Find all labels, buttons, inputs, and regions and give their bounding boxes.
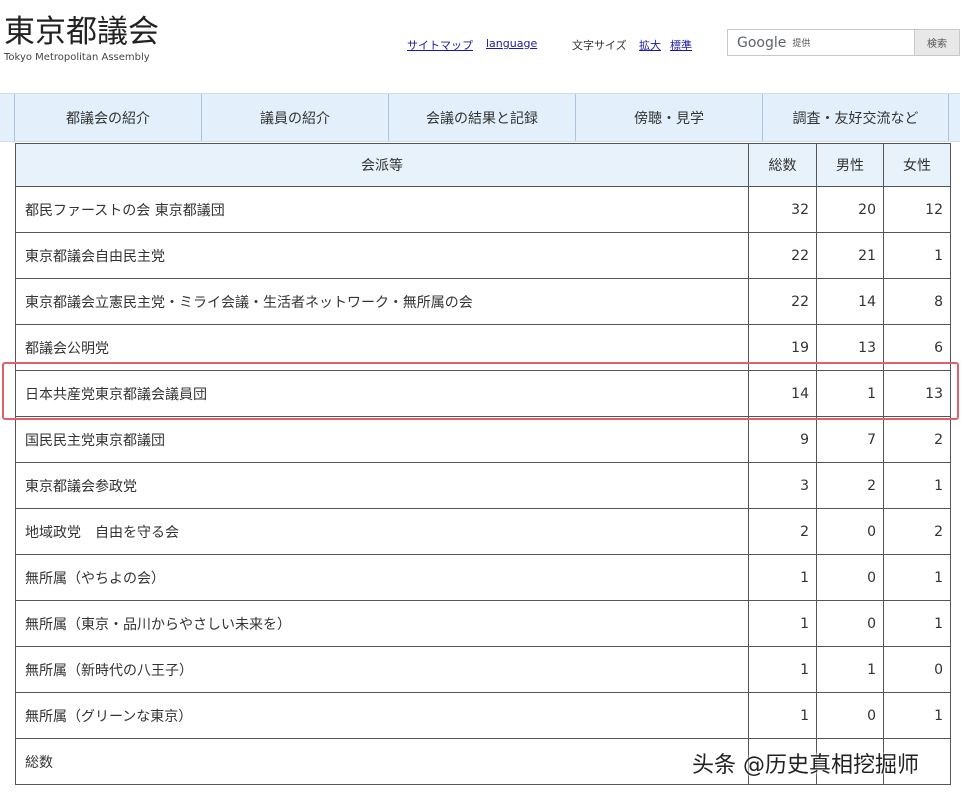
total-count: 2 — [748, 508, 817, 555]
total-count: 9 — [748, 416, 817, 463]
table-row: 都民ファーストの会 東京都議団 32 20 12 — [15, 186, 951, 233]
table-row: 無所属（新時代の八王子） 1 1 0 — [15, 646, 951, 693]
male-count: 21 — [816, 232, 884, 279]
male-count: 2 — [816, 462, 884, 509]
site-logo[interactable]: 東京都議会 Tokyo Metropolitan Assembly — [4, 14, 159, 63]
font-size-label: 文字サイズ — [572, 39, 627, 52]
total-count: 22 — [748, 278, 817, 325]
table-header-row: 会派等 総数 男性 女性 — [15, 143, 951, 187]
female-count: 12 — [883, 186, 951, 233]
faction-name: 東京都議会立憲民主党・ミライ会議・生活者ネットワーク・無所属の会 — [15, 278, 749, 325]
male-count: 1 — [816, 370, 884, 417]
faction-name: 無所属（東京・品川からやさしい未来を） — [15, 600, 749, 647]
female-count: 8 — [883, 278, 951, 325]
faction-name: 東京都議会参政党 — [15, 462, 749, 509]
site-search: Google 提供 検索 — [727, 29, 960, 56]
female-count: 6 — [883, 324, 951, 371]
faction-name: 日本共産党東京都議会議員団 — [15, 370, 749, 417]
table-row-highlighted: 日本共産党東京都議会議員団 14 1 13 — [15, 370, 951, 417]
col-header-total: 総数 — [748, 143, 817, 187]
total-count: 3 — [748, 462, 817, 509]
faction-name: 都民ファーストの会 東京都議団 — [15, 186, 749, 233]
faction-name: 無所属（グリーンな東京） — [15, 692, 749, 739]
table-row: 東京都議会自由民主党 22 21 1 — [15, 232, 951, 279]
font-enlarge-link[interactable]: 拡大 — [639, 39, 661, 52]
global-nav: 都議会の紹介 議員の紹介 会議の結果と記録 傍聴・見学 調査・友好交流など — [0, 93, 960, 142]
faction-name: 東京都議会自由民主党 — [15, 232, 749, 279]
total-count: 1 — [748, 600, 817, 647]
male-count: 0 — [816, 600, 884, 647]
table-row: 都議会公明党 19 13 6 — [15, 324, 951, 371]
total-count: 22 — [748, 232, 817, 279]
faction-table: 会派等 総数 男性 女性 都民ファーストの会 東京都議団 32 20 12 東京都議会… — [15, 143, 951, 785]
male-count: 13 — [816, 324, 884, 371]
table-row: 東京都議会参政党 3 2 1 — [15, 462, 951, 509]
col-header-faction: 会派等 — [15, 143, 749, 187]
male-count: 14 — [816, 278, 884, 325]
watermark: 头条 @历史真相挖掘师 — [692, 753, 919, 778]
nav-item-visit[interactable]: 傍聴・見学 — [575, 94, 762, 141]
total-count: 32 — [748, 186, 817, 233]
male-count: 0 — [816, 554, 884, 601]
faction-name: 都議会公明党 — [15, 324, 749, 371]
google-logo: Google — [737, 34, 787, 51]
language-link[interactable]: language — [486, 37, 537, 50]
search-input[interactable]: Google 提供 — [728, 30, 914, 55]
female-count: 1 — [883, 600, 951, 647]
font-standard-link[interactable]: 標準 — [670, 39, 692, 52]
faction-name: 地域政党 自由を守る会 — [15, 508, 749, 555]
col-header-female: 女性 — [883, 143, 951, 187]
table-row: 無所属（やちよの会） 1 0 1 — [15, 554, 951, 601]
table-row: 無所属（グリーンな東京） 1 0 1 — [15, 692, 951, 739]
logo-subtitle: Tokyo Metropolitan Assembly — [4, 52, 150, 63]
female-count: 1 — [883, 462, 951, 509]
table-row: 無所属（東京・品川からやさしい未来を） 1 0 1 — [15, 600, 951, 647]
total-count: 14 — [748, 370, 817, 417]
female-count: 2 — [883, 508, 951, 555]
female-count: 1 — [883, 554, 951, 601]
male-count: 0 — [816, 508, 884, 555]
faction-name: 国民民主党東京都議団 — [15, 416, 749, 463]
sitemap-link[interactable]: サイトマップ — [407, 39, 473, 52]
nav-item-research-exchange[interactable]: 調査・友好交流など — [762, 94, 949, 141]
table-row: 国民民主党東京都議団 9 7 2 — [15, 416, 951, 463]
total-count: 1 — [748, 554, 817, 601]
male-count: 20 — [816, 186, 884, 233]
female-count: 1 — [883, 232, 951, 279]
male-count: 7 — [816, 416, 884, 463]
table-row: 地域政党 自由を守る会 2 0 2 — [15, 508, 951, 555]
search-button[interactable]: 検索 — [914, 30, 959, 55]
google-provided-label: 提供 — [792, 39, 811, 49]
female-count: 2 — [883, 416, 951, 463]
faction-name: 無所属（やちよの会） — [15, 554, 749, 601]
table-row: 東京都議会立憲民主党・ミライ会議・生活者ネットワーク・無所属の会 22 14 8 — [15, 278, 951, 325]
logo-title: 東京都議会 — [4, 14, 159, 50]
male-count: 0 — [816, 692, 884, 739]
total-count: 19 — [748, 324, 817, 371]
male-count: 1 — [816, 646, 884, 693]
female-count: 1 — [883, 692, 951, 739]
faction-name: 無所属（新時代の八王子） — [15, 646, 749, 693]
nav-item-members[interactable]: 議員の紹介 — [201, 94, 388, 141]
total-count: 1 — [748, 692, 817, 739]
col-header-male: 男性 — [816, 143, 884, 187]
nav-item-meeting-records[interactable]: 会議の結果と記録 — [388, 94, 575, 141]
female-count: 0 — [883, 646, 951, 693]
female-count: 13 — [883, 370, 951, 417]
total-count: 1 — [748, 646, 817, 693]
total-label: 総数 — [15, 738, 749, 785]
nav-item-about-assembly[interactable]: 都議会の紹介 — [14, 94, 201, 141]
